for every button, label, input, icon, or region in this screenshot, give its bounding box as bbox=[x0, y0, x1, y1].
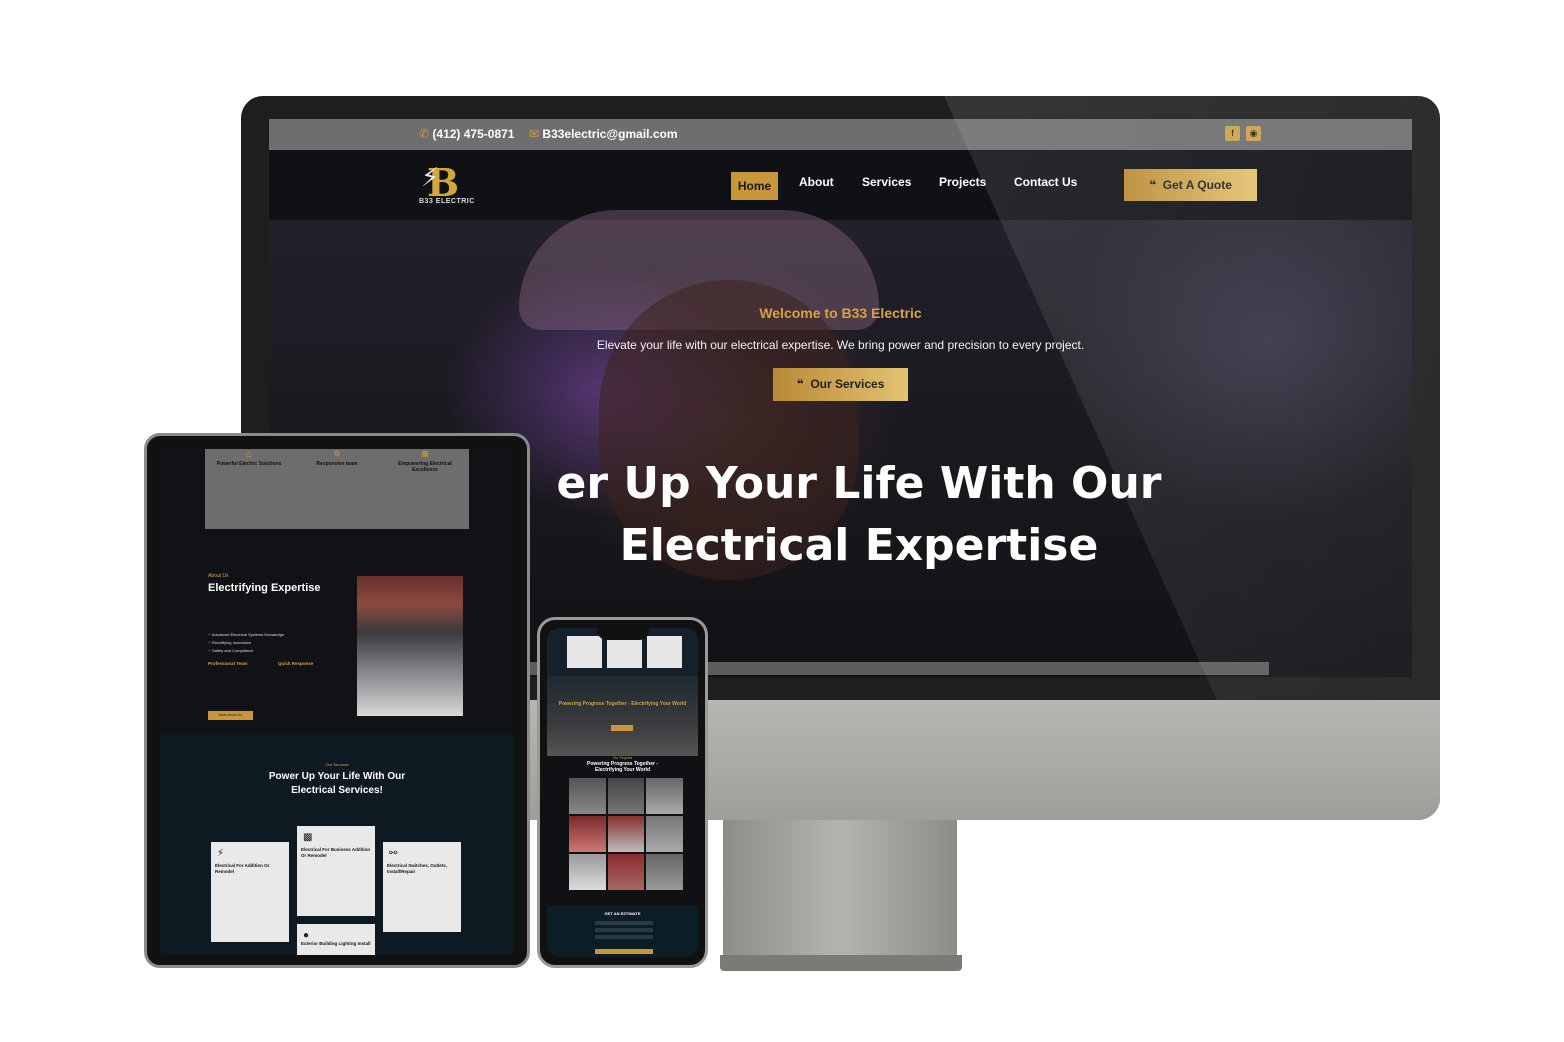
services-section: Our Services Power Up Your Life With Our… bbox=[160, 734, 514, 955]
about-title: Electrifying Expertise bbox=[208, 582, 321, 594]
top-contact-bar: ✆ (412) 475-0871 ✉ B33electric@gmail.com… bbox=[269, 119, 1412, 150]
phone-card bbox=[567, 636, 602, 668]
projects-label: Our Projects bbox=[612, 756, 633, 760]
feature-card: △ Powerful Electric Solutions bbox=[209, 449, 289, 467]
projects-title: Powering Progress Together - Electrifyin… bbox=[586, 761, 659, 773]
phone-link[interactable]: ✆ (412) 475-0871 bbox=[419, 127, 514, 141]
about-bullet: ⚡ Electrifying Innovation bbox=[208, 640, 252, 645]
phone-notch bbox=[597, 628, 649, 640]
estimate-field[interactable] bbox=[595, 935, 653, 939]
estimate-field[interactable] bbox=[595, 921, 653, 925]
panel-icon: ▦ bbox=[421, 449, 429, 458]
phone-screen: Powering Progress Together - Electrifyin… bbox=[547, 628, 698, 957]
about-label: About Us bbox=[208, 573, 229, 579]
gallery-image[interactable] bbox=[569, 778, 606, 814]
facebook-icon[interactable]: f bbox=[1225, 126, 1240, 141]
outlet-icon: ⚯ bbox=[389, 848, 398, 859]
service-card[interactable]: ● Exterior Building Lighting Install bbox=[297, 924, 375, 955]
estimate-title: GET AN ESTIMATE bbox=[604, 911, 641, 916]
nav-services[interactable]: Services bbox=[862, 175, 911, 189]
about-bullet: ⚡ Advanced Electrical Systems Knowledge bbox=[208, 632, 285, 637]
instagram-icon[interactable]: ◉ bbox=[1246, 126, 1261, 141]
hero-welcome: Welcome to B33 Electric bbox=[759, 305, 922, 321]
lightning-icon: ⚡ bbox=[208, 632, 211, 637]
nav-about[interactable]: About bbox=[799, 175, 834, 189]
warning-icon: △ bbox=[245, 449, 253, 458]
main-nav: B ⚡ B33 ELECTRIC Home About Services Pro… bbox=[269, 150, 1412, 220]
estimate-submit-button[interactable] bbox=[595, 949, 653, 954]
monitor-stand-base bbox=[720, 955, 962, 971]
nav-projects[interactable]: Projects bbox=[939, 175, 986, 189]
team-icon: ⚙ bbox=[333, 449, 341, 458]
gallery-image[interactable] bbox=[607, 816, 645, 852]
nav-contact[interactable]: Contact Us bbox=[1014, 175, 1077, 189]
service-card[interactable]: ▩ Electrical For Business Addition Or Re… bbox=[297, 826, 375, 916]
email-link[interactable]: ✉ B33electric@gmail.com bbox=[529, 127, 678, 141]
features-strip: △ Powerful Electric Solutions ⚙ Responsi… bbox=[205, 449, 469, 529]
our-services-button[interactable]: ❝ Our Services bbox=[773, 368, 908, 401]
logo-text: B33 ELECTRIC bbox=[419, 198, 475, 205]
phone-icon: ✆ bbox=[419, 127, 430, 141]
site-logo[interactable]: B ⚡ B33 ELECTRIC bbox=[419, 160, 489, 210]
services-title: Power Up Your Life With Our Electrical S… bbox=[268, 771, 406, 796]
hero-headline: er Up Your Life With Our Electrical Expe… bbox=[556, 458, 1162, 571]
phone-card bbox=[607, 636, 642, 668]
professional-team-heading: Professional Team bbox=[208, 661, 248, 666]
get-quote-button[interactable]: ❝ Get A Quote bbox=[1124, 169, 1257, 201]
quote-icon: ❝ bbox=[796, 377, 804, 391]
gallery-image[interactable] bbox=[646, 816, 683, 852]
nav-home[interactable]: Home bbox=[731, 172, 778, 200]
lightning-icon: ⚡ bbox=[421, 162, 440, 192]
gallery-image[interactable] bbox=[569, 854, 606, 890]
about-photo bbox=[357, 576, 463, 716]
quick-response-heading: Quick Response bbox=[278, 661, 314, 666]
more-about-button[interactable]: More About Us bbox=[208, 711, 253, 720]
gallery-image[interactable] bbox=[607, 854, 645, 890]
tablet-screen: △ Powerful Electric Solutions ⚙ Responsi… bbox=[160, 449, 514, 955]
lightning-icon: ⚡ bbox=[208, 640, 211, 645]
phone-device: Powering Progress Together - Electrifyin… bbox=[537, 617, 708, 968]
quote-icon: ❝ bbox=[1149, 178, 1157, 192]
estimate-field[interactable] bbox=[595, 928, 653, 932]
gallery-image[interactable] bbox=[646, 854, 683, 890]
service-card[interactable]: ⚡ Electrical For Addition Or Remodel bbox=[211, 842, 289, 942]
feature-card: ▦ Empowering Electrical Excellence bbox=[385, 449, 465, 473]
monitor-stand bbox=[723, 820, 957, 960]
lightning-icon: ⚡ bbox=[208, 648, 211, 653]
projects-gallery bbox=[569, 778, 683, 890]
gallery-image[interactable] bbox=[646, 778, 683, 814]
phone-card bbox=[647, 636, 682, 668]
envelope-icon: ✉ bbox=[529, 127, 540, 141]
meter-icon: ▩ bbox=[303, 832, 313, 843]
phone-hero-button[interactable] bbox=[611, 725, 633, 731]
services-label: Our Services bbox=[325, 762, 349, 767]
tablet-device: △ Powerful Electric Solutions ⚙ Responsi… bbox=[144, 433, 530, 968]
service-card[interactable]: ⚯ Electrical Switches, Outlets, Install/… bbox=[383, 842, 461, 932]
bulb-icon: ● bbox=[303, 930, 310, 941]
hero-tagline: Elevate your life with our electrical ex… bbox=[596, 338, 1085, 352]
house-bolt-icon: ⚡ bbox=[217, 848, 225, 859]
estimate-section: GET AN ESTIMATE bbox=[547, 906, 698, 957]
gallery-image[interactable] bbox=[569, 816, 606, 852]
feature-card: ⚙ Responsive team bbox=[297, 449, 377, 467]
gallery-image[interactable] bbox=[607, 778, 645, 814]
phone-hero-title: Powering Progress Together - Electrifyin… bbox=[558, 701, 687, 707]
phone-hero bbox=[547, 676, 698, 756]
about-bullet: ⚡ Safety and Compliance bbox=[208, 648, 254, 653]
